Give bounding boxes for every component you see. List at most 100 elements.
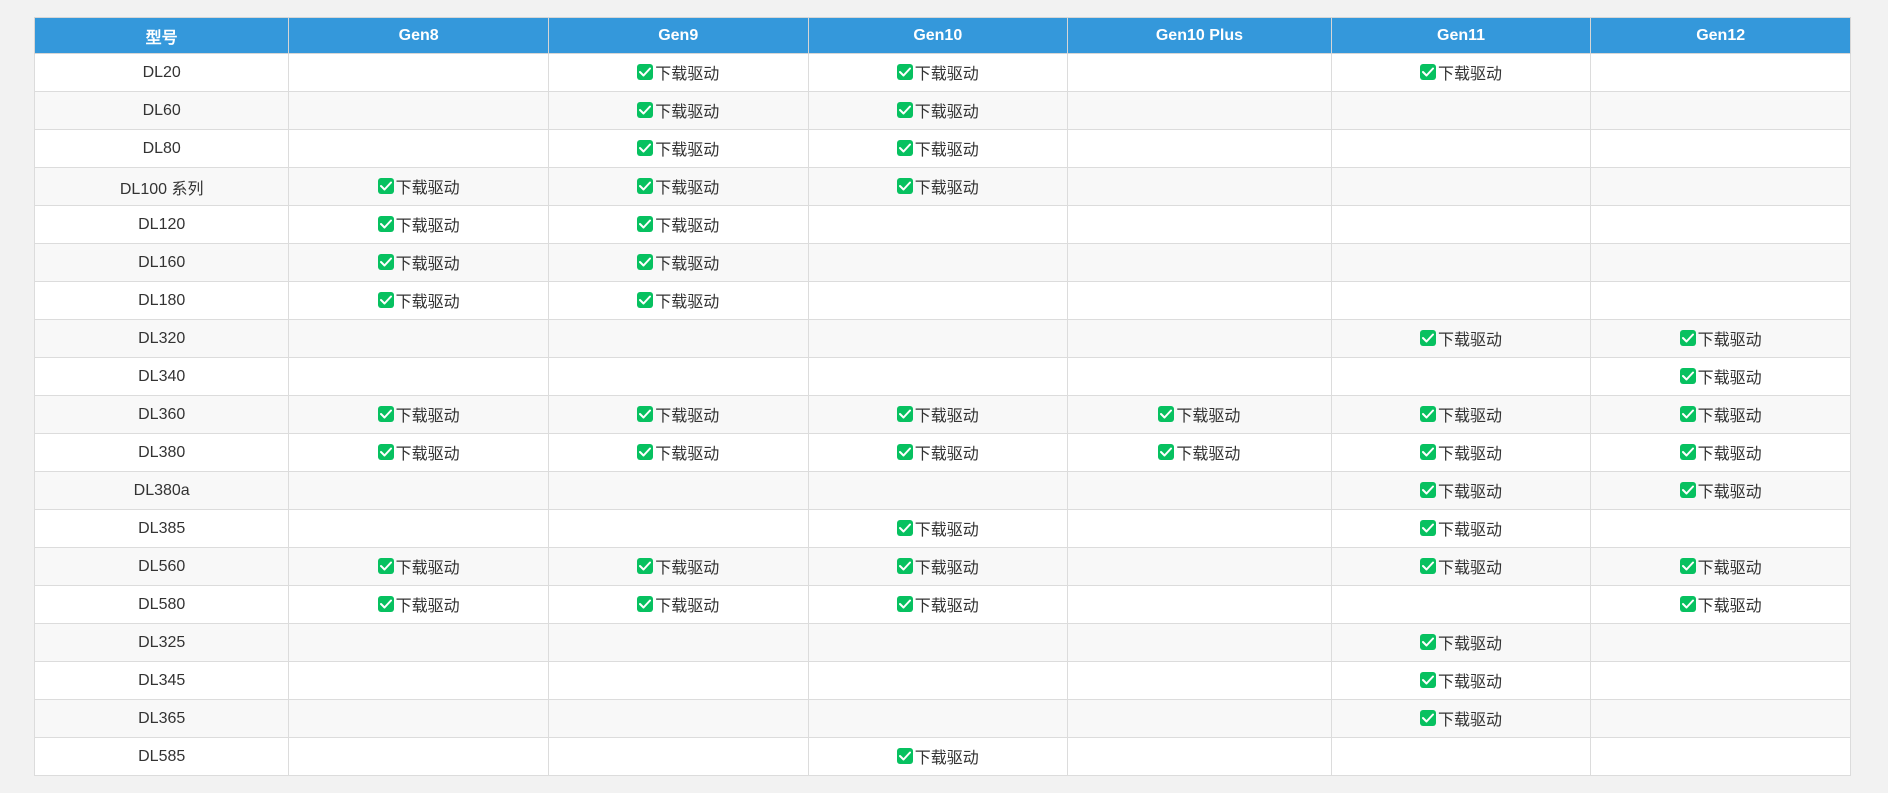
- download-driver-link[interactable]: 下载驱动: [1420, 706, 1502, 730]
- gen-cell: [1067, 699, 1332, 738]
- download-driver-link[interactable]: 下载驱动: [637, 440, 719, 464]
- download-driver-link[interactable]: 下载驱动: [1420, 478, 1502, 502]
- download-driver-link[interactable]: 下载驱动: [1420, 440, 1502, 464]
- download-driver-link[interactable]: 下载驱动: [896, 592, 979, 616]
- download-driver-link[interactable]: 下载驱动: [896, 174, 979, 198]
- gen-cell: 下载驱动: [807, 737, 1069, 776]
- download-driver-link[interactable]: 下载驱动: [637, 98, 719, 122]
- gen-cell: 下载驱动: [547, 281, 809, 320]
- download-driver-label: 下载驱动: [655, 446, 720, 463]
- table-row: DL340 下载驱动: [33, 357, 1851, 396]
- gen-cell: 下载驱动: [288, 585, 549, 624]
- download-driver-link[interactable]: 下载驱动: [637, 554, 719, 578]
- download-driver-link[interactable]: 下载驱动: [1679, 402, 1762, 426]
- download-driver-link[interactable]: 下载驱动: [377, 402, 460, 426]
- download-driver-link[interactable]: 下载驱动: [637, 288, 719, 312]
- check-icon: [1420, 520, 1437, 536]
- model-cell: DL320: [33, 319, 290, 358]
- download-driver-label: 下载驱动: [655, 142, 720, 159]
- gen-cell: 下载驱动: [1330, 699, 1592, 738]
- gen-cell: [1330, 167, 1592, 206]
- download-driver-label: 下载驱动: [1438, 674, 1503, 691]
- download-driver-link[interactable]: 下载驱动: [896, 136, 979, 160]
- download-driver-link[interactable]: 下载驱动: [1679, 364, 1762, 388]
- gen-cell: 下载驱动: [547, 395, 809, 434]
- gen-cell: [1067, 53, 1332, 92]
- download-driver-link[interactable]: 下载驱动: [637, 136, 719, 160]
- download-driver-link[interactable]: 下载驱动: [1420, 402, 1502, 426]
- download-driver-label: 下载驱动: [1438, 446, 1503, 463]
- table-row: DL385 下载驱动 下载驱动: [33, 509, 1851, 548]
- download-driver-link[interactable]: 下载驱动: [377, 440, 460, 464]
- download-driver-link[interactable]: 下载驱动: [1420, 554, 1502, 578]
- gen-cell: 下载驱动: [1590, 433, 1851, 472]
- download-driver-link[interactable]: 下载驱动: [377, 288, 460, 312]
- download-driver-label: 下载驱动: [914, 66, 979, 83]
- check-icon: [896, 178, 913, 194]
- check-icon: [896, 444, 913, 460]
- download-driver-link[interactable]: 下载驱动: [1420, 668, 1502, 692]
- table-row: DL160 下载驱动 下载驱动: [33, 243, 1851, 282]
- download-driver-link[interactable]: 下载驱动: [377, 212, 460, 236]
- download-driver-link[interactable]: 下载驱动: [896, 516, 979, 540]
- gen-cell: 下载驱动: [807, 91, 1069, 130]
- download-driver-link[interactable]: 下载驱动: [1420, 326, 1502, 350]
- gen-cell: 下载驱动: [288, 395, 549, 434]
- model-cell: DL365: [33, 699, 290, 738]
- download-driver-link[interactable]: 下载驱动: [896, 744, 979, 768]
- gen-cell: [1330, 585, 1592, 624]
- download-driver-link[interactable]: 下载驱动: [637, 60, 719, 84]
- gen-cell: 下载驱动: [1590, 395, 1851, 434]
- download-driver-link[interactable]: 下载驱动: [377, 174, 460, 198]
- download-driver-link[interactable]: 下载驱动: [1679, 554, 1762, 578]
- gen-cell: [288, 357, 549, 396]
- download-driver-link[interactable]: 下载驱动: [637, 402, 719, 426]
- check-icon: [377, 254, 394, 270]
- gen-cell: [1067, 167, 1332, 206]
- gen-cell: 下载驱动: [1330, 433, 1592, 472]
- download-driver-link[interactable]: 下载驱动: [637, 592, 719, 616]
- download-driver-link[interactable]: 下载驱动: [896, 440, 979, 464]
- gen-cell: [1067, 547, 1332, 586]
- download-driver-label: 下载驱动: [914, 522, 979, 539]
- download-driver-label: 下载驱动: [1697, 370, 1762, 387]
- download-driver-label: 下载驱动: [914, 180, 979, 197]
- download-driver-link[interactable]: 下载驱动: [377, 554, 460, 578]
- table-row: DL560 下载驱动 下载驱动 下载驱动 下载驱动 下载驱动: [33, 547, 1851, 586]
- gen-cell: [547, 357, 809, 396]
- gen-cell: 下载驱动: [1330, 509, 1592, 548]
- download-driver-link[interactable]: 下载驱动: [377, 592, 460, 616]
- download-driver-link[interactable]: 下载驱动: [1679, 592, 1762, 616]
- gen-cell: [1590, 205, 1851, 244]
- gen-cell: [1590, 167, 1851, 206]
- gen-cell: 下载驱动: [807, 433, 1069, 472]
- download-driver-link[interactable]: 下载驱动: [896, 98, 979, 122]
- download-driver-link[interactable]: 下载驱动: [637, 212, 719, 236]
- table-row: DL60 下载驱动 下载驱动: [33, 91, 1851, 130]
- header-gen12: Gen12: [1590, 17, 1851, 54]
- model-cell: DL340: [33, 357, 290, 396]
- download-driver-link[interactable]: 下载驱动: [1679, 326, 1762, 350]
- download-driver-link[interactable]: 下载驱动: [1679, 478, 1762, 502]
- download-driver-link[interactable]: 下载驱动: [1158, 440, 1240, 464]
- download-driver-link[interactable]: 下载驱动: [637, 250, 719, 274]
- download-driver-link[interactable]: 下载驱动: [637, 174, 719, 198]
- download-driver-link[interactable]: 下载驱动: [1420, 516, 1502, 540]
- gen-cell: [288, 319, 549, 358]
- download-driver-link[interactable]: 下载驱动: [377, 250, 460, 274]
- download-driver-link[interactable]: 下载驱动: [1158, 402, 1240, 426]
- driver-table-container: 型号 Gen8 Gen9 Gen10 Gen10 Plus Gen11 Gen1…: [33, 17, 1851, 776]
- download-driver-link[interactable]: 下载驱动: [896, 60, 979, 84]
- gen-cell: 下载驱动: [807, 53, 1069, 92]
- table-row: DL120 下载驱动 下载驱动: [33, 205, 1851, 244]
- check-icon: [377, 216, 394, 232]
- download-driver-link[interactable]: 下载驱动: [1679, 440, 1762, 464]
- download-driver-link[interactable]: 下载驱动: [1420, 60, 1502, 84]
- download-driver-link[interactable]: 下载驱动: [896, 554, 979, 578]
- download-driver-link[interactable]: 下载驱动: [1420, 630, 1502, 654]
- table-row: DL380 下载驱动 下载驱动 下载驱动 下载驱动 下载驱动 下载驱动: [33, 433, 1851, 472]
- check-icon: [1420, 406, 1437, 422]
- download-driver-label: 下载驱动: [1438, 66, 1503, 83]
- download-driver-link[interactable]: 下载驱动: [896, 402, 979, 426]
- gen-cell: [1330, 129, 1592, 168]
